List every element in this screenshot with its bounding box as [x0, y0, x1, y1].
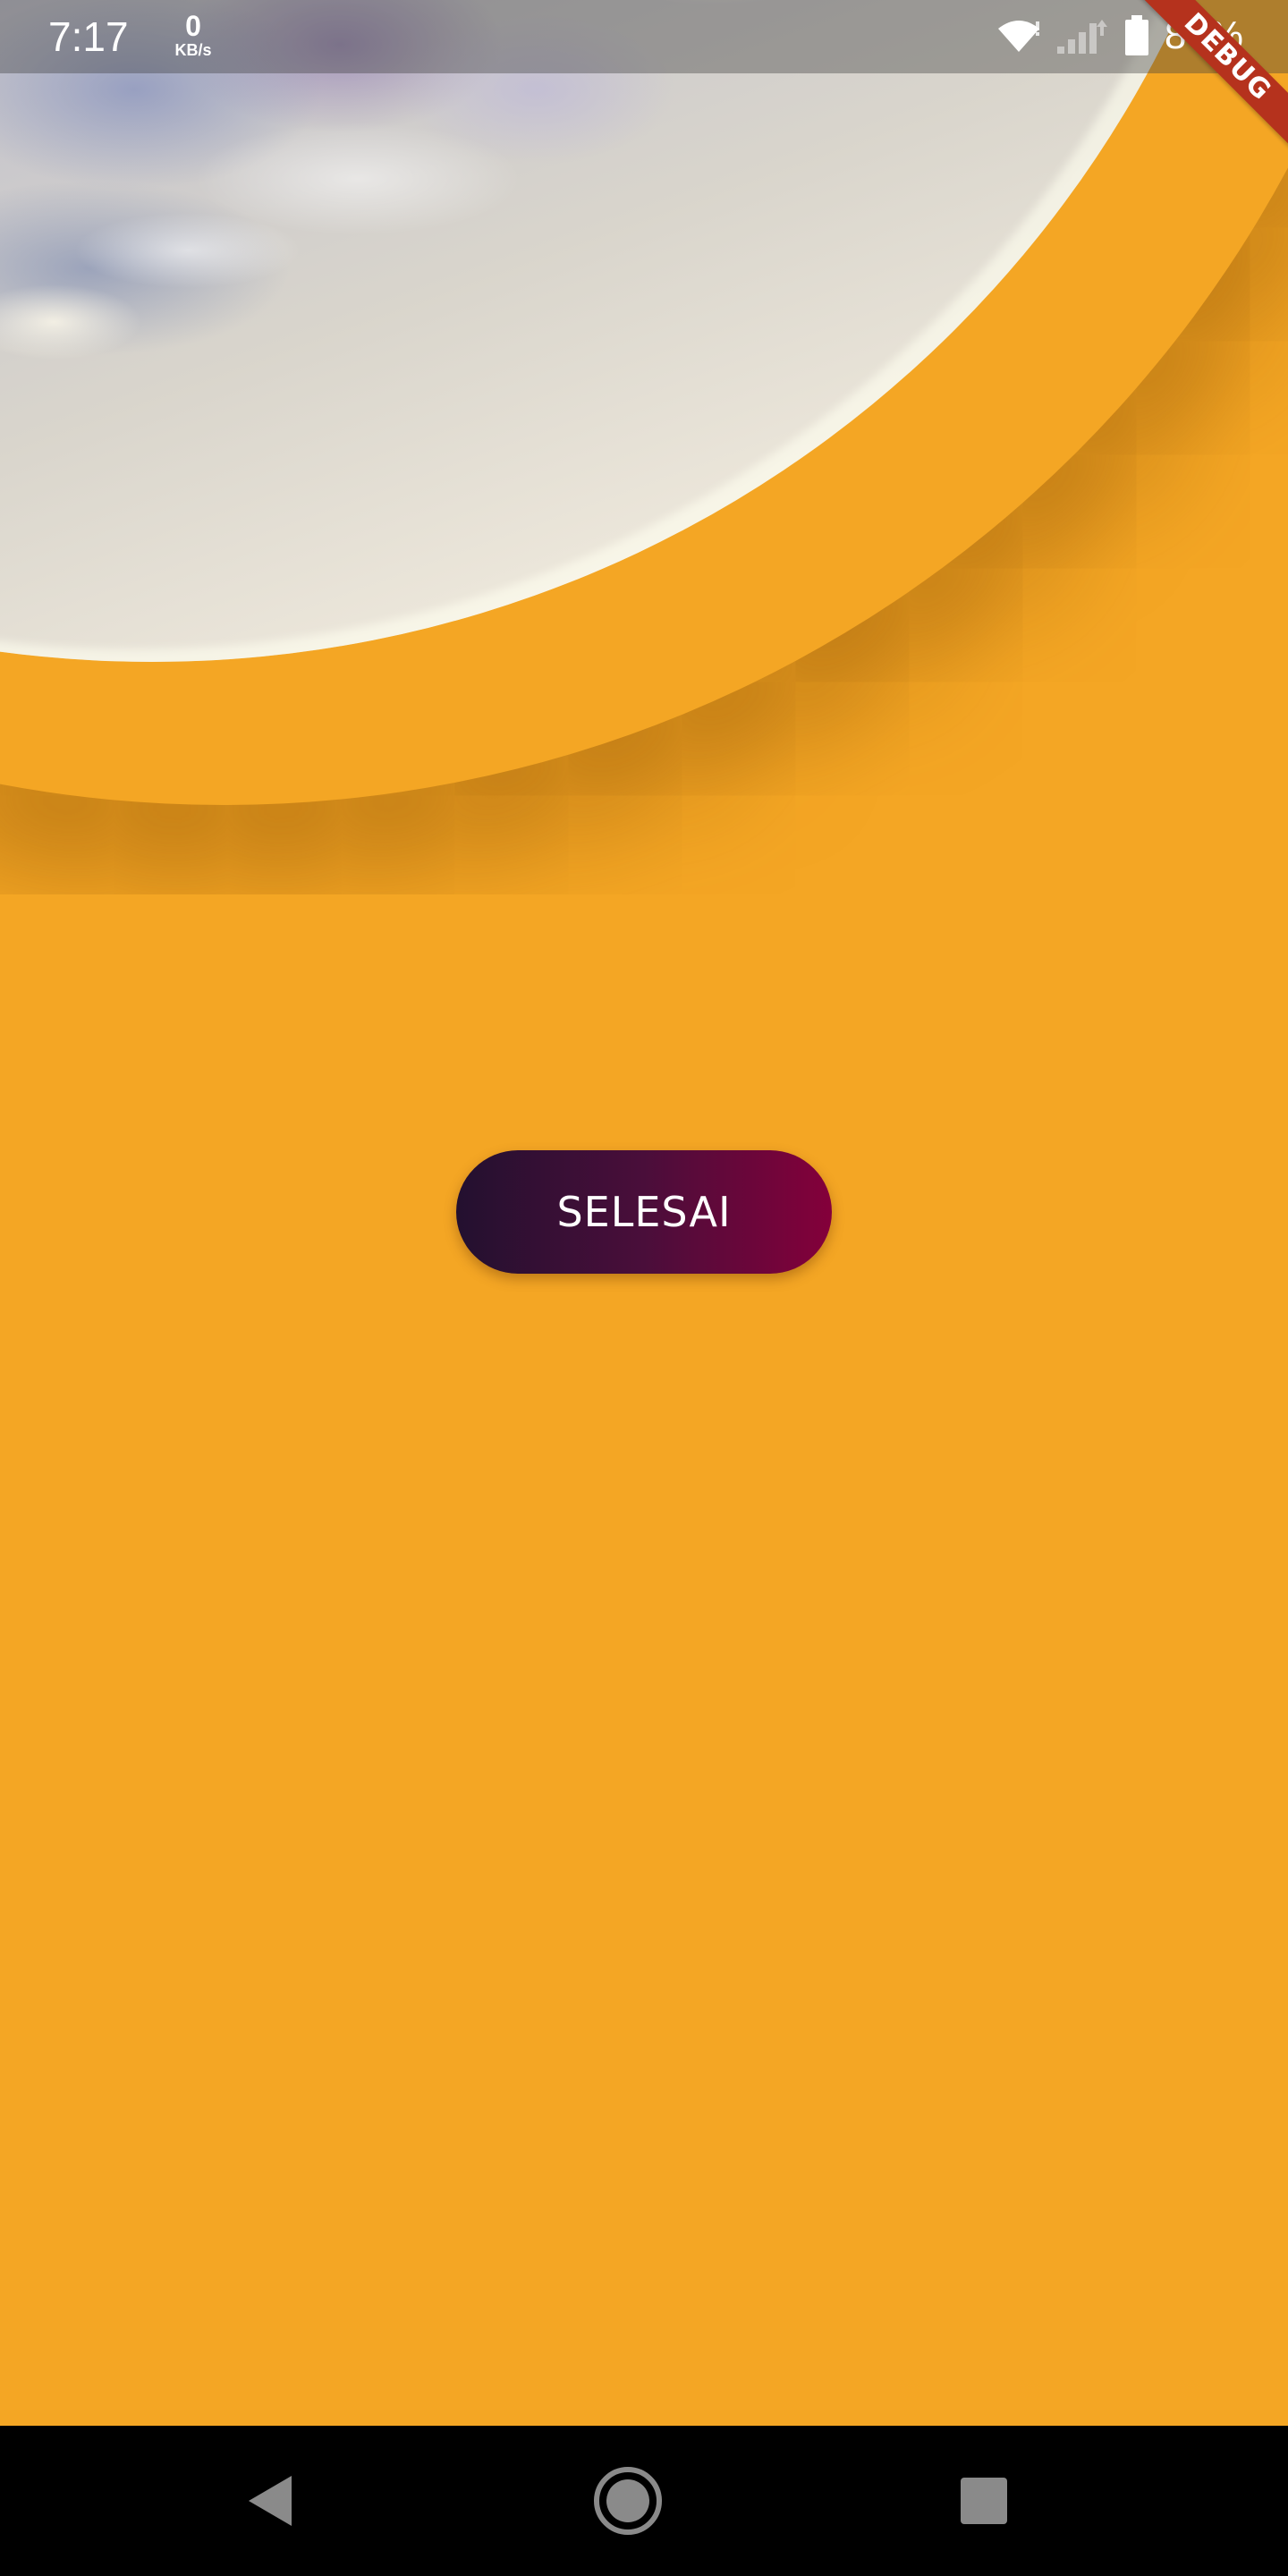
battery-icon	[1123, 15, 1150, 56]
home-icon	[594, 2467, 662, 2535]
network-speed-value: 0	[185, 10, 201, 42]
finish-button[interactable]: SELESAI	[456, 1150, 832, 1274]
wifi-icon	[996, 18, 1041, 54]
app-screen: 7:17 0 KB/s 86% DEBUG SELESAI	[0, 0, 1288, 2576]
home-button[interactable]	[592, 2465, 664, 2537]
recents-icon	[961, 2478, 1007, 2524]
planet-decoration	[0, 0, 1288, 894]
navigation-bar	[0, 2426, 1288, 2576]
network-speed: 0 KB/s	[166, 11, 220, 59]
network-speed-unit: KB/s	[174, 41, 212, 59]
recents-button[interactable]	[948, 2465, 1020, 2537]
back-icon	[249, 2476, 292, 2526]
status-icons: 86%	[996, 9, 1243, 63]
status-time: 7:17	[48, 13, 129, 60]
battery-percent: 86%	[1164, 13, 1243, 57]
back-button[interactable]	[234, 2465, 306, 2537]
signal-icon	[1055, 16, 1109, 55]
status-bar: 7:17 0 KB/s 86%	[0, 0, 1288, 73]
